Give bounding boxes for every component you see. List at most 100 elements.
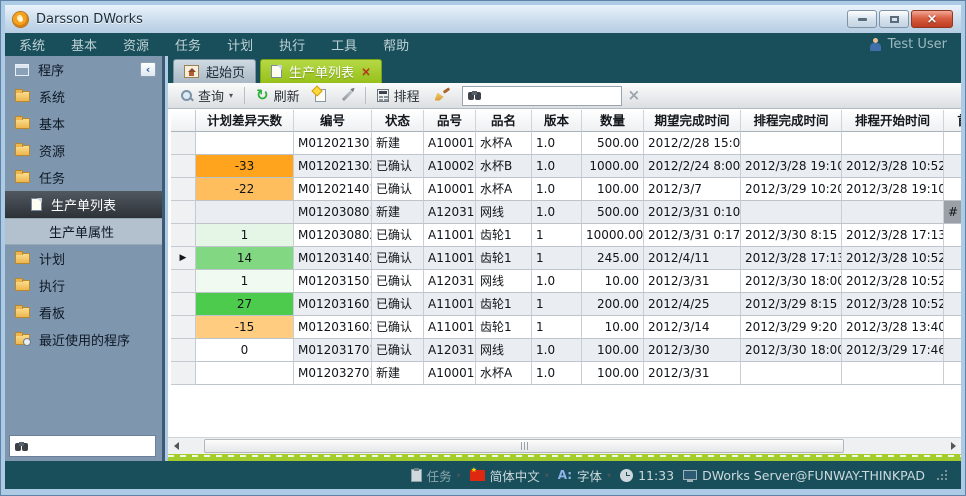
cell-status: 已确认 (372, 316, 424, 339)
cell-code: M012021401 (294, 178, 372, 201)
horizontal-scrollbar (168, 437, 961, 454)
status-time: 11:33 (638, 468, 674, 483)
column-header-diff[interactable]: 计划差异天数 (196, 110, 294, 132)
table-row[interactable]: 1M012031501已确认A12031网线1.010.002012/3/312… (171, 270, 961, 293)
row-selector[interactable] (171, 293, 196, 316)
sidebar-item-9[interactable]: 看板 (5, 299, 162, 326)
menu-item-1[interactable]: 系统 (19, 35, 45, 54)
user-name: Test User (888, 37, 947, 52)
scrollbar-thumb[interactable] (204, 439, 844, 453)
query-button[interactable]: 查询 ▾ (176, 84, 237, 107)
scroll-right-button[interactable] (945, 438, 961, 455)
sidebar-item-8[interactable]: 执行 (5, 272, 162, 299)
row-selector[interactable] (171, 155, 196, 178)
cell-expected: 2012/3/31 (644, 270, 741, 293)
broom-icon (435, 89, 449, 103)
scrollbar-track[interactable] (184, 438, 945, 455)
row-selector[interactable] (171, 132, 196, 155)
menu-item-5[interactable]: 计划 (227, 35, 253, 54)
folder-icon (15, 172, 30, 183)
row-selector[interactable] (171, 270, 196, 293)
table-row[interactable]: 27M012031601已确认A11001齿轮11200.002012/4/25… (171, 293, 961, 316)
table-row[interactable]: M012030801新建A12031网线1.0500.002012/3/31 0… (171, 201, 961, 224)
edit-button[interactable] (337, 92, 358, 99)
sidebar-search-input[interactable] (20, 439, 175, 453)
menu-item-8[interactable]: 帮助 (383, 35, 409, 54)
table-row[interactable]: M012021301新建A10001水杯A1.0500.002012/2/28 … (171, 132, 961, 155)
language-dropdown[interactable]: 简体中文 ▾ (470, 466, 549, 485)
cell-part_name: 水杯A (476, 362, 532, 385)
toolbar-search-clear-icon[interactable]: × (628, 88, 641, 103)
cell-part_name: 齿轮1 (476, 224, 532, 247)
sidebar-item-1[interactable]: 系统 (5, 83, 162, 110)
row-selector[interactable] (171, 201, 196, 224)
cell-sched_start: 2012/3/29 17:46 (842, 339, 944, 362)
column-header-part_no[interactable]: 品号 (424, 110, 476, 132)
menu-item-4[interactable]: 任务 (175, 35, 201, 54)
table-row[interactable]: -33M012021302已确认A10002水杯B1.01000.002012/… (171, 155, 961, 178)
column-header-code[interactable]: 编号 (294, 110, 372, 132)
sidebar-item-2[interactable]: 基本 (5, 110, 162, 137)
menu-item-3[interactable]: 资源 (123, 35, 149, 54)
sidebar-item-label: 任务 (39, 168, 65, 187)
resize-grip[interactable] (938, 471, 947, 480)
column-header-extra[interactable]: 首 (944, 110, 961, 132)
column-header-part_name[interactable]: 品名 (476, 110, 532, 132)
menu-item-2[interactable]: 基本 (71, 35, 97, 54)
column-header-sched_start[interactable]: 排程开始时间 (842, 110, 944, 132)
column-header-version[interactable]: 版本 (532, 110, 582, 132)
refresh-icon: ↻ (256, 88, 269, 103)
sidebar-item-4[interactable]: 任务 (5, 164, 162, 191)
table-row[interactable]: 0M012031701已确认A12031网线1.0100.002012/3/30… (171, 339, 961, 362)
sidebar-list: 系统基本资源任务生产单列表生产单属性计划执行看板最近使用的程序 (5, 83, 162, 353)
tab-2[interactable]: 生产单列表✕ (260, 59, 382, 83)
cell-part_no: A10002 (424, 155, 476, 178)
toolbar-search-input[interactable] (473, 89, 628, 103)
cell-extra (944, 293, 961, 316)
tab-1[interactable]: 起始页 (173, 59, 256, 83)
cell-sched_finish: 2012/3/30 8:15 (741, 224, 842, 247)
menu-item-6[interactable]: 执行 (279, 35, 305, 54)
row-selector[interactable] (171, 316, 196, 339)
cell-version: 1.0 (532, 270, 582, 293)
scroll-left-button[interactable] (168, 438, 184, 455)
refresh-button[interactable]: ↻ 刷新 (252, 84, 304, 107)
row-selector[interactable] (171, 224, 196, 247)
font-dropdown[interactable]: A: 字体 ▾ (558, 466, 611, 485)
close-button[interactable]: × (911, 10, 953, 28)
column-header-expected[interactable]: 期望完成时间 (644, 110, 741, 132)
row-selector[interactable]: ▶ (171, 247, 196, 270)
table-row[interactable]: -22M012021401已确认A10001水杯A1.0100.002012/3… (171, 178, 961, 201)
sidebar-item-5[interactable]: 生产单列表 (5, 191, 162, 218)
tab-close-icon[interactable]: ✕ (361, 66, 371, 78)
maximize-button[interactable] (879, 10, 909, 28)
table-row[interactable]: 1M012030802已确认A11001齿轮1110000.002012/3/3… (171, 224, 961, 247)
table-row[interactable]: M012032701新建A10001水杯A1.0100.002012/3/31 (171, 362, 961, 385)
row-selector[interactable] (171, 339, 196, 362)
sidebar-collapse-button[interactable]: ‹ (140, 62, 156, 77)
schedule-button[interactable]: 排程 (373, 84, 424, 107)
minimize-button[interactable] (847, 10, 877, 28)
column-header-status[interactable]: 状态 (372, 110, 424, 132)
user-chip[interactable]: Test User (869, 37, 947, 52)
task-dropdown[interactable]: 任务 ▾ (411, 466, 461, 485)
menu-item-7[interactable]: 工具 (331, 35, 357, 54)
cell-part_name: 水杯B (476, 155, 532, 178)
row-selector[interactable] (171, 178, 196, 201)
table-row[interactable]: ▶14M012031402已确认A11001齿轮11245.002012/4/1… (171, 247, 961, 270)
clean-button[interactable] (431, 87, 453, 105)
column-header-qty[interactable]: 数量 (582, 110, 644, 132)
column-header-sched_finish[interactable]: 排程完成时间 (741, 110, 842, 132)
cell-expected: 2012/2/24 8:00 (644, 155, 741, 178)
new-button[interactable] (311, 87, 330, 104)
task-label: 任务 (427, 466, 452, 485)
sidebar-item-10[interactable]: 最近使用的程序 (5, 326, 162, 353)
cell-part_name: 齿轮1 (476, 247, 532, 270)
sidebar-item-6[interactable]: 生产单属性 (5, 218, 162, 245)
row-selector[interactable] (171, 362, 196, 385)
table-row[interactable]: -15M012031602已确认A11001齿轮1110.002012/3/14… (171, 316, 961, 339)
cell-sched_finish (741, 132, 842, 155)
sidebar-item-3[interactable]: 资源 (5, 137, 162, 164)
sidebar-item-7[interactable]: 计划 (5, 245, 162, 272)
cell-part_no: A12031 (424, 201, 476, 224)
